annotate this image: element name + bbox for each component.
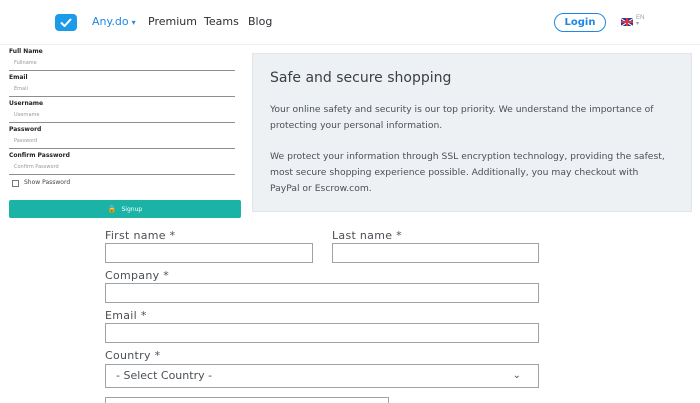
confirm-password-field: Confirm Password [9, 151, 241, 177]
nav-link-blog[interactable]: Blog [248, 15, 272, 28]
email-label: Email [9, 74, 28, 81]
email-input[interactable] [9, 82, 235, 97]
confirm-password-input[interactable] [9, 160, 235, 175]
signup-form: Full Name Email Username Password Confir… [9, 47, 241, 193]
country-label: Country * [105, 349, 161, 362]
secure-paragraph-1: Your online safety and security is our t… [270, 104, 654, 131]
uk-flag-icon[interactable] [621, 18, 633, 26]
login-button[interactable]: Login [554, 13, 606, 32]
last-name-input[interactable] [332, 243, 539, 263]
signup-button[interactable]: 🔒 Signup [9, 200, 241, 218]
top-navigation: Any.do ▾ Premium Teams Blog Login EN ▾ [0, 0, 700, 45]
first-name-label: First name * [105, 229, 176, 242]
anydo-logo-icon[interactable] [55, 14, 77, 31]
password-label: Password [9, 126, 42, 133]
brand-menu[interactable]: Any.do ▾ [92, 15, 136, 28]
lock-icon: 🔒 [107, 205, 117, 213]
signup-button-label: Signup [121, 206, 143, 213]
fullname-label: Full Name [9, 48, 43, 55]
nav-link-premium[interactable]: Premium [148, 15, 197, 28]
email-field: Email [9, 73, 241, 99]
show-password-label: Show Password [24, 179, 71, 186]
country-select[interactable]: - Select Country - ⌄ [105, 364, 539, 388]
secure-title: Safe and secure shopping [270, 70, 452, 86]
username-input[interactable] [9, 108, 235, 123]
nav-link-teams[interactable]: Teams [204, 15, 239, 28]
company-label: Company * [105, 269, 170, 282]
username-field: Username [9, 99, 241, 125]
show-password-checkbox[interactable] [12, 180, 19, 187]
checkout-email-label: Email * [105, 309, 147, 322]
fullname-input[interactable] [9, 56, 235, 71]
confirm-password-label: Confirm Password [9, 152, 70, 159]
brand-label: Any.do [92, 15, 129, 28]
checkout-email-input[interactable] [105, 323, 539, 343]
next-field-input[interactable] [105, 397, 389, 403]
secure-paragraph-2: We protect your information through SSL … [270, 151, 665, 194]
company-input[interactable] [105, 283, 539, 303]
country-select-value: - Select Country - [116, 369, 213, 382]
username-label: Username [9, 100, 44, 107]
fullname-field: Full Name [9, 47, 241, 73]
language-selector[interactable]: EN ▾ [636, 15, 644, 27]
secure-shopping-panel: Safe and secure shopping Your online saf… [252, 53, 692, 212]
first-name-input[interactable] [105, 243, 313, 263]
password-field: Password [9, 125, 241, 151]
chevron-down-icon: ▾ [131, 18, 136, 27]
chevron-down-icon: ⌄ [512, 370, 521, 381]
language-chevron-icon: ▾ [636, 21, 640, 27]
show-password-toggle[interactable]: Show Password [9, 177, 241, 193]
last-name-label: Last name * [332, 229, 402, 242]
password-input[interactable] [9, 134, 235, 149]
